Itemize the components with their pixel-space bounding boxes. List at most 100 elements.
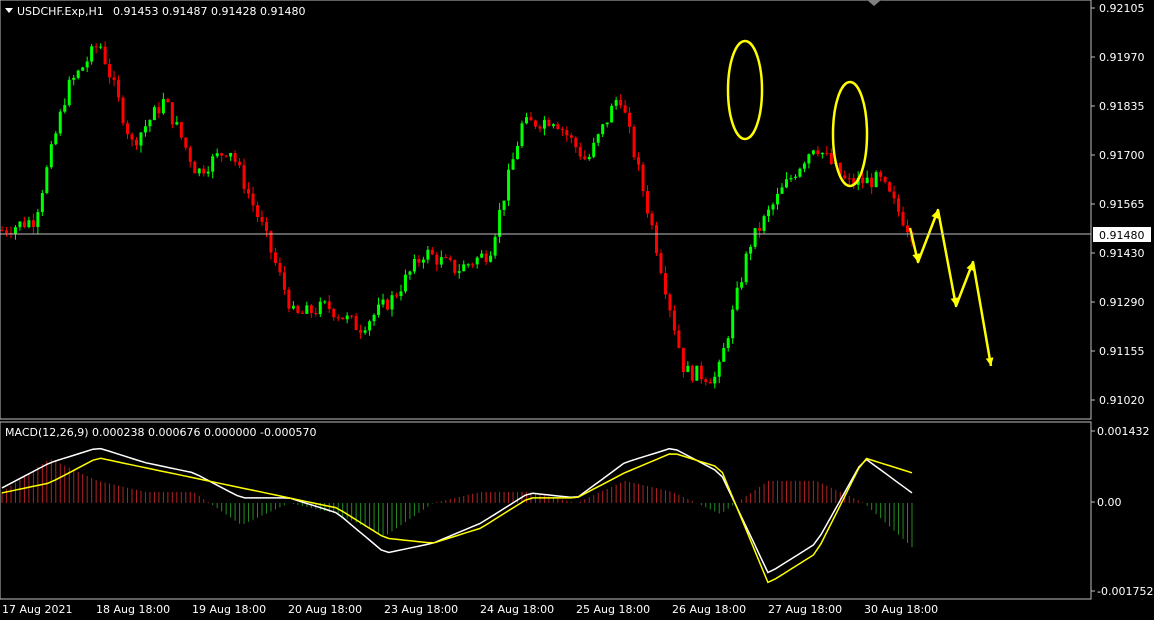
time-tick: 20 Aug 18:00 bbox=[288, 603, 362, 616]
candle-body bbox=[13, 227, 17, 235]
candle-body bbox=[807, 154, 811, 164]
candle-body bbox=[511, 159, 515, 170]
candle-body bbox=[117, 80, 121, 98]
macd-tick: 0.00 bbox=[1097, 496, 1122, 509]
candle-body bbox=[659, 253, 663, 274]
candle-body bbox=[784, 179, 788, 188]
candle-body bbox=[560, 128, 564, 131]
candle-body bbox=[713, 376, 717, 384]
macd-label: MACD(12,26,9) 0.000238 0.000676 0.000000… bbox=[5, 426, 316, 439]
candle-body bbox=[569, 135, 573, 138]
candle-body bbox=[462, 264, 466, 272]
candle-body bbox=[829, 153, 833, 165]
candle-body bbox=[816, 150, 820, 155]
candle-body bbox=[260, 216, 264, 222]
candle-body bbox=[278, 263, 282, 273]
candle-body bbox=[663, 273, 667, 295]
candle-body bbox=[49, 144, 53, 168]
candle-body bbox=[650, 213, 654, 226]
time-tick: 19 Aug 18:00 bbox=[192, 603, 266, 616]
macd-tick: -0.001752 bbox=[1097, 585, 1153, 598]
candle-body bbox=[646, 191, 650, 214]
candle-body bbox=[27, 220, 31, 228]
candle-body bbox=[76, 70, 80, 78]
candle-body bbox=[690, 365, 694, 381]
candle-body bbox=[143, 126, 147, 133]
candle-body bbox=[672, 310, 676, 331]
candle-body bbox=[906, 225, 910, 233]
candle-body bbox=[386, 299, 390, 310]
candle-body bbox=[883, 176, 887, 183]
time-tick: 30 Aug 18:00 bbox=[864, 603, 938, 616]
candle-body bbox=[67, 79, 71, 106]
ohlc-label: 0.91453 0.91487 0.91428 0.91480 bbox=[113, 5, 305, 18]
price-tick: 0.91020 bbox=[1099, 394, 1145, 407]
time-tick: 23 Aug 18:00 bbox=[384, 603, 458, 616]
candle-body bbox=[282, 272, 286, 290]
candle-body bbox=[377, 304, 381, 315]
trading-chart[interactable]: USDCHF.Exp,H1 0.91453 0.91487 0.91428 0.… bbox=[0, 0, 1154, 620]
macd-tick: 0.001432 bbox=[1097, 425, 1150, 438]
candle-body bbox=[771, 204, 775, 210]
candle-body bbox=[256, 205, 260, 217]
candle-body bbox=[247, 188, 251, 194]
candle-body bbox=[332, 308, 336, 318]
candle-body bbox=[435, 254, 439, 265]
candle-body bbox=[520, 123, 524, 146]
candle-body bbox=[498, 209, 502, 237]
candle-body bbox=[229, 153, 233, 157]
candle-body bbox=[81, 67, 85, 71]
price-pane[interactable] bbox=[0, 0, 1092, 420]
candle-body bbox=[466, 264, 470, 266]
candle-body bbox=[430, 249, 434, 255]
candle-body bbox=[412, 258, 416, 272]
candle-body bbox=[480, 253, 484, 258]
candle-body bbox=[148, 120, 152, 127]
candle-body bbox=[453, 259, 457, 273]
candle-body bbox=[179, 122, 183, 138]
price-tick: 0.91290 bbox=[1099, 296, 1145, 309]
candle-body bbox=[628, 112, 632, 127]
candle-body bbox=[654, 225, 658, 254]
candle-body bbox=[305, 305, 309, 314]
candle-body bbox=[699, 365, 703, 380]
candle-body bbox=[767, 209, 771, 217]
candle-body bbox=[4, 230, 8, 233]
candle-body bbox=[717, 361, 721, 377]
time-tick: 25 Aug 18:00 bbox=[576, 603, 650, 616]
candle-body bbox=[54, 133, 58, 145]
time-tick: 24 Aug 18:00 bbox=[480, 603, 554, 616]
candle-body bbox=[206, 171, 210, 174]
candle-body bbox=[166, 99, 170, 103]
candle-body bbox=[421, 259, 425, 263]
candle-body bbox=[157, 107, 161, 114]
candle-body bbox=[722, 347, 726, 362]
candle-body bbox=[681, 347, 685, 373]
candle-body bbox=[45, 167, 49, 194]
time-tick: 17 Aug 2021 bbox=[2, 603, 72, 616]
candle-body bbox=[740, 282, 744, 288]
candle-body bbox=[251, 193, 255, 206]
candle-body bbox=[408, 271, 412, 275]
candle-body bbox=[574, 137, 578, 148]
candle-body bbox=[802, 163, 806, 169]
candle-body bbox=[175, 122, 179, 125]
price-tick: 0.91970 bbox=[1099, 51, 1145, 64]
candle-body bbox=[726, 338, 730, 348]
candle-body bbox=[677, 330, 681, 348]
time-tick: 26 Aug 18:00 bbox=[672, 603, 746, 616]
candle-body bbox=[897, 198, 901, 212]
macd-pane[interactable] bbox=[0, 421, 1092, 600]
candle-body bbox=[345, 315, 349, 320]
candle-body bbox=[94, 46, 98, 48]
candle-body bbox=[758, 227, 762, 231]
candle-body bbox=[359, 329, 363, 333]
candle-body bbox=[870, 177, 874, 188]
candle-body bbox=[879, 172, 883, 177]
candle-body bbox=[170, 102, 174, 125]
candle-body bbox=[238, 161, 242, 166]
candle-body bbox=[58, 111, 62, 134]
candle-body bbox=[403, 274, 407, 292]
candle-body bbox=[439, 257, 443, 265]
candle-body bbox=[623, 105, 627, 113]
